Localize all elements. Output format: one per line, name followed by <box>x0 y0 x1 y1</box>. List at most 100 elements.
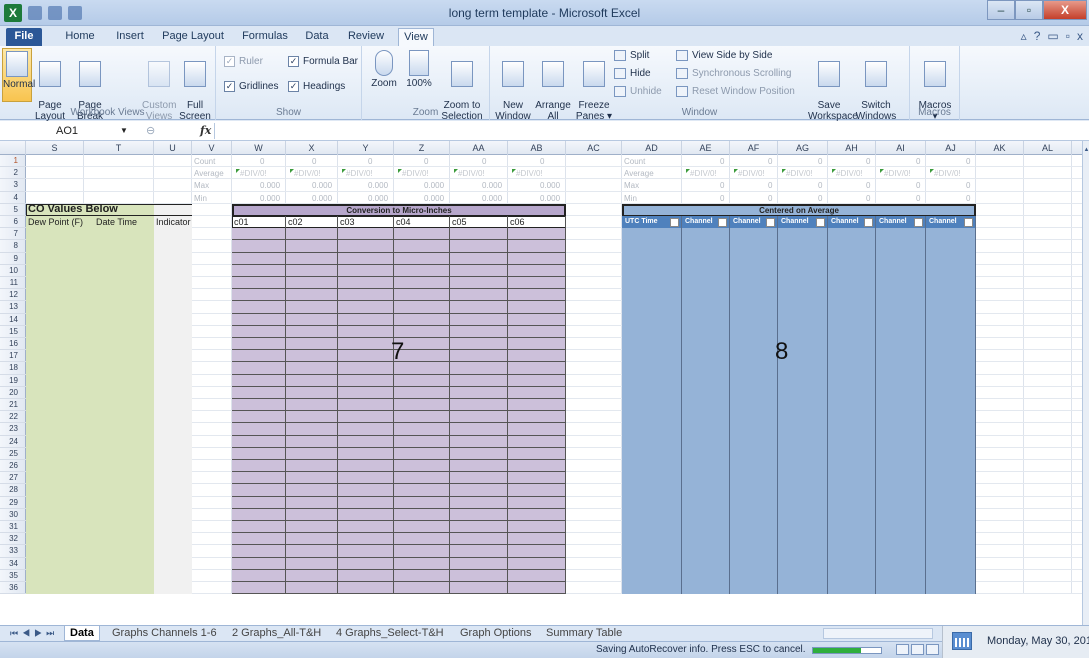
filter-dropdown-icon[interactable] <box>914 217 923 227</box>
help-icon[interactable]: ? <box>1034 29 1041 43</box>
column-header[interactable]: U <box>154 141 192 155</box>
row-header[interactable]: 34 <box>0 558 26 570</box>
column-header[interactable]: AE <box>682 141 730 155</box>
filter-dropdown-icon[interactable] <box>816 217 825 227</box>
column-header[interactable]: AA <box>450 141 508 155</box>
split-button[interactable]: Split <box>614 50 649 61</box>
page-layout-view-button[interactable]: Page Layout <box>34 48 66 122</box>
row-header[interactable]: 32 <box>0 533 26 546</box>
synchronous-scrolling-button[interactable]: Synchronous Scrolling <box>676 68 792 79</box>
zoom-100-button[interactable]: 100% <box>404 48 434 102</box>
row-header[interactable]: 10 <box>0 265 26 277</box>
row-header[interactable]: 29 <box>0 497 26 509</box>
column-header[interactable]: AD <box>622 141 682 155</box>
row-header[interactable]: 6 <box>0 216 26 229</box>
row-header[interactable]: 27 <box>0 472 26 485</box>
row-header[interactable]: 22 <box>0 411 26 424</box>
zoom-button[interactable]: Zoom <box>368 48 400 102</box>
row-header[interactable]: 15 <box>0 326 26 338</box>
name-box-dropdown-icon[interactable]: ▼ <box>120 123 128 139</box>
column-header[interactable]: AK <box>976 141 1024 155</box>
row-header[interactable]: 16 <box>0 338 26 351</box>
normal-view-icon[interactable] <box>896 644 909 655</box>
page-layout-view-icon[interactable] <box>911 644 924 655</box>
row-header[interactable]: 31 <box>0 521 26 534</box>
unhide-button[interactable]: Unhide <box>614 86 662 97</box>
filter-dropdown-icon[interactable] <box>964 217 973 227</box>
reset-window-position-button[interactable]: Reset Window Position <box>676 86 795 97</box>
workbook-close-icon[interactable]: x <box>1077 29 1083 43</box>
column-header[interactable]: AG <box>778 141 828 155</box>
row-header[interactable]: 4 <box>0 192 26 204</box>
gridlines-checkbox[interactable]: ✓ Gridlines <box>224 81 278 92</box>
freeze-panes-button[interactable]: Freeze Panes ▾ <box>574 48 614 122</box>
row-header[interactable]: 1 <box>0 155 26 168</box>
row-header[interactable]: 12 <box>0 289 26 302</box>
workbook-restore-icon[interactable]: ▫ <box>1066 29 1070 43</box>
row-header[interactable]: 17 <box>0 350 26 363</box>
row-header[interactable]: 7 <box>0 228 26 241</box>
column-header[interactable]: S <box>26 141 84 155</box>
row-header[interactable]: 13 <box>0 301 26 314</box>
workbook-minimize-icon[interactable]: ▭ <box>1047 29 1058 43</box>
filter-dropdown-icon[interactable] <box>766 217 775 227</box>
row-header[interactable]: 23 <box>0 423 26 436</box>
full-screen-button[interactable]: Full Screen <box>178 48 212 122</box>
restore-button[interactable]: ▫ <box>1015 0 1043 20</box>
save-workspace-button[interactable]: Save Workspace <box>808 48 858 122</box>
page-break-view-icon[interactable] <box>926 644 939 655</box>
tab-data[interactable]: Data <box>300 28 334 46</box>
row-header[interactable]: 24 <box>0 436 26 448</box>
sheet-nav-icon[interactable]: ⏮◀▶⏭ <box>10 628 58 639</box>
taskbar-clock[interactable]: Monday, May 30, 2011 <box>942 626 1089 658</box>
column-header[interactable]: AJ <box>926 141 976 155</box>
view-side-by-side-button[interactable]: View Side by Side <box>676 50 772 61</box>
page-break-preview-button[interactable]: Page Break Preview <box>68 48 112 133</box>
tab-insert[interactable]: Insert <box>110 28 150 46</box>
row-header[interactable]: 36 <box>0 582 26 595</box>
spreadsheet-grid[interactable]: S T U V W X Y Z AA AB AC AD AE AF AG AH AI AJ AK AL 1234567… <box>0 141 1082 625</box>
macros-button[interactable]: Macros ▾ <box>916 48 954 122</box>
sheet-tab-graphs-channels[interactable]: Graphs Channels 1-6 <box>112 626 217 641</box>
switch-windows-button[interactable]: Switch Windows ▾ <box>852 48 900 133</box>
row-header[interactable]: 21 <box>0 399 26 412</box>
row-header[interactable]: 8 <box>0 240 26 253</box>
filter-dropdown-icon[interactable] <box>864 217 873 227</box>
column-header[interactable]: AF <box>730 141 778 155</box>
horizontal-scrollbar[interactable] <box>823 628 933 639</box>
hide-button[interactable]: Hide <box>614 68 651 79</box>
zoom-to-selection-button[interactable]: Zoom to Selection <box>438 48 486 122</box>
filter-dropdown-icon[interactable] <box>718 217 727 227</box>
cancel-icon[interactable]: ⊖ <box>146 123 155 139</box>
close-button[interactable]: X <box>1043 0 1087 20</box>
name-box[interactable]: AO1 <box>4 123 134 139</box>
tab-home[interactable]: Home <box>60 28 100 46</box>
headings-checkbox[interactable]: ✓ Headings <box>288 81 345 92</box>
row-header[interactable]: 35 <box>0 570 26 582</box>
ribbon-minimize-icon[interactable]: ▵ <box>1021 29 1027 43</box>
column-header[interactable]: V <box>192 141 232 155</box>
tab-review[interactable]: Review <box>344 28 388 46</box>
column-header[interactable]: AH <box>828 141 876 155</box>
row-header[interactable]: 30 <box>0 509 26 521</box>
sheet-tab-2-graphs[interactable]: 2 Graphs_All-T&H <box>232 626 321 641</box>
row-header[interactable]: 9 <box>0 253 26 265</box>
scroll-up-icon[interactable]: ▲ <box>1083 145 1089 155</box>
column-header[interactable]: Z <box>394 141 450 155</box>
arrange-all-button[interactable]: Arrange All <box>534 48 572 122</box>
column-header[interactable]: X <box>286 141 338 155</box>
minimize-button[interactable]: – <box>987 0 1015 20</box>
row-header[interactable]: 18 <box>0 362 26 375</box>
column-header[interactable]: T <box>84 141 154 155</box>
row-header[interactable]: 28 <box>0 484 26 497</box>
column-header[interactable]: AL <box>1024 141 1072 155</box>
row-header[interactable]: 3 <box>0 179 26 192</box>
sheet-tab-summary-table[interactable]: Summary Table <box>546 626 622 641</box>
column-header[interactable]: Y <box>338 141 394 155</box>
custom-views-button[interactable]: Custom Views <box>142 48 176 122</box>
column-header[interactable]: AC <box>566 141 622 155</box>
row-header[interactable]: 5 <box>0 204 26 216</box>
tab-formulas[interactable]: Formulas <box>238 28 292 46</box>
sheet-tab-graph-options[interactable]: Graph Options <box>460 626 532 641</box>
row-header[interactable]: 20 <box>0 387 26 399</box>
